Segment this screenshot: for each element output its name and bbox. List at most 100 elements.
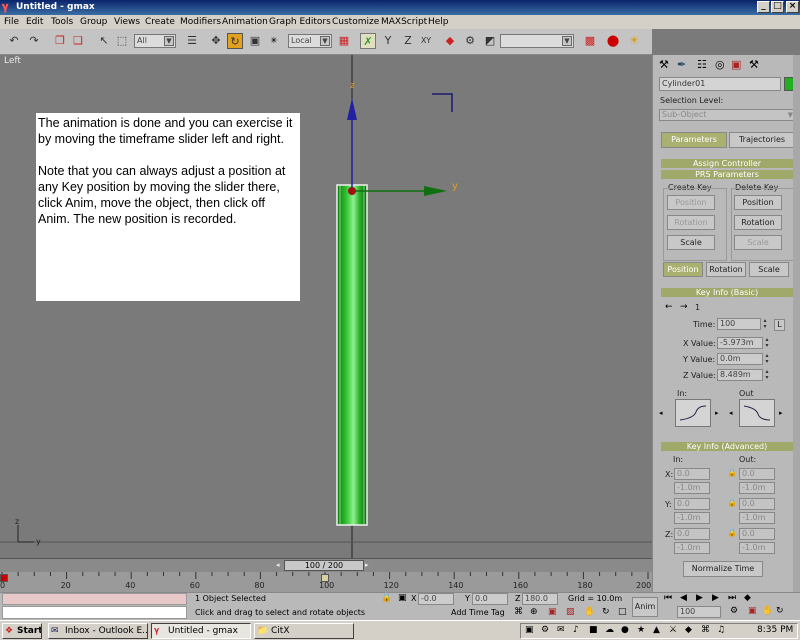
key-time-field[interactable]: 100	[717, 318, 761, 330]
region-zoom-icon[interactable]: ▨	[566, 607, 575, 617]
tray-icon-10[interactable]: ⚔	[669, 625, 677, 635]
time-config-icon[interactable]: ⚙	[730, 606, 738, 616]
prs-position-button[interactable]: Position	[663, 262, 703, 277]
menu-help[interactable]: Help	[428, 15, 449, 29]
menu-graph-editors[interactable]: Graph Editors	[269, 15, 331, 29]
tangent-in-button[interactable]	[675, 399, 711, 427]
field-of-view-icon[interactable]: ✋	[762, 606, 773, 616]
menu-create[interactable]: Create	[145, 15, 175, 29]
select-arrow-icon[interactable]: ↖	[96, 33, 112, 49]
anim-toggle-button[interactable]: Anim	[632, 597, 658, 617]
tray-icon-2[interactable]: ⚙	[541, 625, 549, 635]
pivot-icon[interactable]: ✴	[266, 33, 282, 49]
menu-views[interactable]: Views	[114, 15, 140, 29]
display-tab-icon[interactable]: ▣	[731, 58, 741, 71]
taskbar-item-citx[interactable]: 📁 CitX	[254, 623, 354, 639]
modify-tab-icon[interactable]: ✒	[677, 58, 686, 71]
menu-file[interactable]: File	[4, 15, 19, 29]
tray-icon-6[interactable]: ☁	[605, 625, 614, 635]
hierarchy-tab-icon[interactable]: ☷	[697, 58, 707, 71]
time-slider-thumb[interactable]: 100 / 200	[284, 560, 364, 571]
adv-y-out-speed-field[interactable]: -1.0m	[739, 512, 775, 524]
next-frame-icon[interactable]: ▶	[712, 593, 719, 603]
close-button[interactable]: ×	[786, 1, 799, 13]
menu-edit[interactable]: Edit	[26, 15, 43, 29]
gizmo-z-arrow[interactable]	[347, 98, 357, 120]
tangent-out-prev-icon[interactable]: ◂	[729, 409, 733, 417]
tangent-out-next-icon[interactable]: ▸	[779, 409, 783, 417]
clock[interactable]: 8:35 PM	[757, 625, 793, 635]
selection-filter-dropdown[interactable]: All ▼	[134, 34, 176, 48]
tangent-out-button[interactable]	[739, 399, 775, 427]
play-icon[interactable]: ▶	[696, 593, 703, 603]
restrict-xy-icon[interactable]: XY	[418, 33, 434, 49]
key-time-spinner[interactable]: ▴ ▾	[762, 318, 768, 330]
prev-key-icon[interactable]: ←	[665, 302, 673, 312]
tray-icon-13[interactable]: ♫	[717, 625, 725, 635]
prs-rotation-button[interactable]: Rotation	[706, 262, 746, 277]
adv-x-lock-icon[interactable]: 🔒	[727, 468, 737, 477]
tab-parameters[interactable]: Parameters	[661, 132, 727, 148]
menu-animation[interactable]: Animation	[222, 15, 268, 29]
create-rotation-key-button[interactable]: Rotation	[667, 215, 715, 230]
taskbar-item-gmax[interactable]: 𝛄 Untitled - gmax	[151, 623, 251, 639]
assign-controller-rollout[interactable]: Assign Controller	[661, 159, 793, 168]
arc-rotate-icon[interactable]: ↻	[602, 607, 610, 617]
normalize-time-button[interactable]: Normalize Time	[683, 561, 763, 577]
z-coord-field[interactable]: 180.0	[522, 593, 558, 605]
delete-scale-key-button[interactable]: Scale	[734, 235, 782, 250]
gizmo-pivot[interactable]	[348, 187, 356, 195]
pan-icon[interactable]: ✋	[584, 607, 595, 617]
material-editor-icon[interactable]: ⬤	[605, 33, 621, 49]
key-mode-icon[interactable]: ◆	[744, 593, 751, 603]
delete-rotation-key-button[interactable]: Rotation	[734, 215, 782, 230]
restrict-y-icon[interactable]: Y	[380, 33, 396, 49]
object-name-field[interactable]: Cylinder01	[659, 77, 781, 91]
create-scale-key-button[interactable]: Scale	[667, 235, 715, 250]
y-value-spinner[interactable]: ▴ ▾	[764, 353, 770, 365]
select-region-icon[interactable]: ⬚	[114, 33, 130, 49]
viewport-label[interactable]: Left	[4, 56, 21, 66]
minimize-button[interactable]: _	[757, 1, 770, 13]
gizmo-y-arrow[interactable]	[424, 186, 447, 196]
track-view-icon[interactable]: ▩	[582, 33, 598, 49]
maxscript-listener-pink[interactable]	[2, 593, 187, 605]
y-value-field[interactable]: 0.0m	[717, 353, 763, 365]
maximize-viewport-icon[interactable]: □	[618, 607, 627, 617]
current-frame-field[interactable]: 100	[677, 606, 721, 618]
tray-icon-4[interactable]: ♪	[573, 625, 579, 635]
tray-icon-3[interactable]: ✉	[557, 625, 565, 635]
time-slider-next-icon[interactable]: ▸	[365, 560, 373, 571]
y-coord-field[interactable]: 0.0	[472, 593, 508, 605]
sub-object-dropdown[interactable]: Sub-Object ▼	[659, 109, 795, 121]
menu-customize[interactable]: Customize	[332, 15, 379, 29]
tray-icon-12[interactable]: ⌘	[701, 625, 710, 635]
z-value-field[interactable]: 8.489m	[717, 369, 763, 381]
tray-icon-11[interactable]: ◆	[685, 625, 692, 635]
adv-z-in-field[interactable]: 0.0	[674, 528, 710, 540]
tangent-in-next-icon[interactable]: ▸	[715, 409, 719, 417]
tray-icon-5[interactable]: ■	[589, 625, 598, 635]
prs-scale-button[interactable]: Scale	[749, 262, 789, 277]
adv-y-in-field[interactable]: 0.0	[674, 498, 710, 510]
z-value-spinner[interactable]: ▴ ▾	[764, 369, 770, 381]
adv-z-in-speed-field[interactable]: -1.0m	[674, 542, 710, 554]
reference-coord-dropdown[interactable]: Local ▼	[288, 34, 332, 48]
tray-icon-7[interactable]: ●	[621, 625, 629, 635]
command-panel-scrollbar[interactable]	[793, 55, 800, 620]
maxscript-listener-white[interactable]	[2, 606, 187, 619]
x-value-spinner[interactable]: ▴ ▾	[764, 337, 770, 349]
motion-tab-icon[interactable]: ◎	[715, 58, 725, 71]
lock-selection-icon[interactable]: 🔒	[381, 593, 392, 603]
delete-position-key-button[interactable]: Position	[734, 195, 782, 210]
create-tab-icon[interactable]: ⚒	[659, 58, 669, 71]
maximize-button[interactable]: □	[771, 1, 784, 13]
create-position-key-button[interactable]: Position	[667, 195, 715, 210]
mirror-icon[interactable]: ◆	[442, 33, 458, 49]
adv-y-in-speed-field[interactable]: -1.0m	[674, 512, 710, 524]
next-key-icon[interactable]: →	[680, 302, 688, 312]
taskbar-item-outlook[interactable]: ✉ Inbox - Outlook E...	[48, 623, 148, 639]
prs-parameters-rollout[interactable]: PRS Parameters	[661, 170, 793, 179]
key-info-advanced-rollout[interactable]: Key Info (Advanced)	[661, 442, 793, 451]
array-icon[interactable]: ⚙	[462, 33, 478, 49]
